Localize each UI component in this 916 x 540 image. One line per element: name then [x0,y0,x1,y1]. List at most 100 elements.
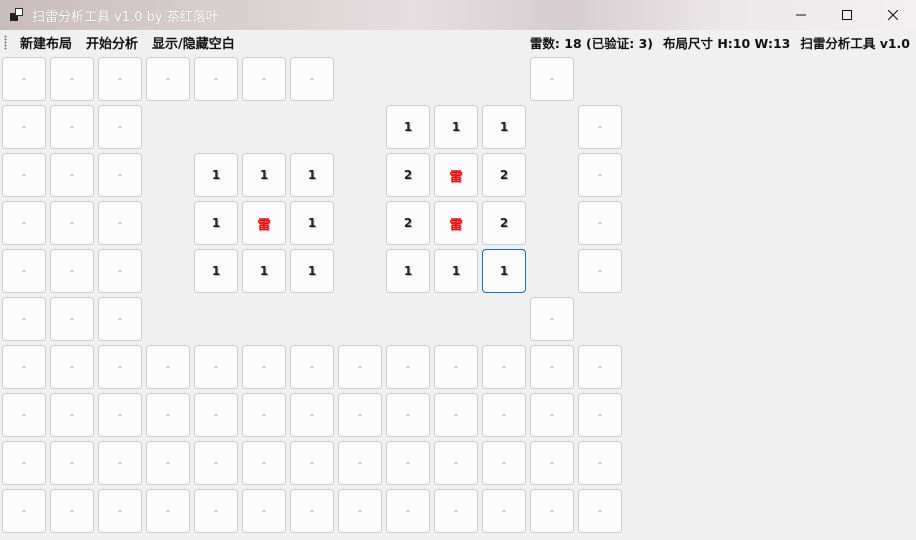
unknown-cell[interactable]: - [146,57,190,101]
unknown-cell[interactable]: - [578,393,622,437]
unknown-cell[interactable]: - [530,297,574,341]
unknown-cell[interactable]: - [50,153,94,197]
unknown-cell[interactable]: - [146,489,190,533]
number-cell[interactable]: 1 [290,153,334,197]
unknown-cell[interactable]: - [50,105,94,149]
unknown-cell[interactable]: - [530,345,574,389]
unknown-cell[interactable]: - [578,489,622,533]
number-cell[interactable]: 1 [386,105,430,149]
unknown-cell[interactable]: - [146,345,190,389]
number-cell[interactable]: 2 [482,201,526,245]
unknown-cell[interactable]: - [482,393,526,437]
unknown-cell[interactable]: - [578,201,622,245]
unknown-cell[interactable]: - [242,57,286,101]
number-cell[interactable]: 2 [386,201,430,245]
unknown-cell[interactable]: - [2,153,46,197]
unknown-cell[interactable]: - [194,57,238,101]
unknown-cell[interactable]: - [290,489,334,533]
unknown-cell[interactable]: - [386,489,430,533]
unknown-cell[interactable]: - [338,441,382,485]
unknown-cell[interactable]: - [98,393,142,437]
unknown-cell[interactable]: - [338,489,382,533]
unknown-cell[interactable]: - [98,249,142,293]
unknown-cell[interactable]: - [242,441,286,485]
unknown-cell[interactable]: - [290,441,334,485]
unknown-cell[interactable]: - [482,441,526,485]
unknown-cell[interactable]: - [242,489,286,533]
number-cell[interactable]: 1 [290,201,334,245]
number-cell[interactable]: 1 [434,105,478,149]
unknown-cell[interactable]: - [530,489,574,533]
unknown-cell[interactable]: - [434,441,478,485]
unknown-cell[interactable]: - [2,489,46,533]
unknown-cell[interactable]: - [290,345,334,389]
unknown-cell[interactable]: - [194,345,238,389]
unknown-cell[interactable]: - [50,201,94,245]
unknown-cell[interactable]: - [578,249,622,293]
number-cell[interactable]: 2 [482,153,526,197]
unknown-cell[interactable]: - [290,57,334,101]
unknown-cell[interactable]: - [50,441,94,485]
unknown-cell[interactable]: - [2,441,46,485]
toolbar-grip[interactable] [4,35,7,50]
unknown-cell[interactable]: - [146,441,190,485]
menu-toggle-blank[interactable]: 显示/隐藏空白 [145,33,242,52]
mine-cell[interactable]: 雷 [434,153,478,197]
unknown-cell[interactable]: - [386,393,430,437]
unknown-cell[interactable]: - [50,345,94,389]
unknown-cell[interactable]: - [50,297,94,341]
unknown-cell[interactable]: - [194,489,238,533]
unknown-cell[interactable]: - [98,297,142,341]
unknown-cell[interactable]: - [146,393,190,437]
number-cell[interactable]: 2 [386,153,430,197]
unknown-cell[interactable]: - [2,105,46,149]
unknown-cell[interactable]: - [578,153,622,197]
number-cell[interactable]: 1 [482,105,526,149]
unknown-cell[interactable]: - [50,393,94,437]
number-cell[interactable]: 1 [434,249,478,293]
unknown-cell[interactable]: - [338,393,382,437]
minimize-button[interactable] [778,0,824,30]
unknown-cell[interactable]: - [578,105,622,149]
unknown-cell[interactable]: - [98,105,142,149]
unknown-cell[interactable]: - [482,489,526,533]
unknown-cell[interactable]: - [98,345,142,389]
number-cell[interactable]: 1 [290,249,334,293]
number-cell[interactable]: 1 [482,249,526,293]
unknown-cell[interactable]: - [530,393,574,437]
unknown-cell[interactable]: - [2,345,46,389]
unknown-cell[interactable]: - [98,201,142,245]
unknown-cell[interactable]: - [290,393,334,437]
mine-cell[interactable]: 雷 [434,201,478,245]
unknown-cell[interactable]: - [98,153,142,197]
unknown-cell[interactable]: - [98,489,142,533]
number-cell[interactable]: 1 [194,249,238,293]
unknown-cell[interactable]: - [434,489,478,533]
menu-start-analysis[interactable]: 开始分析 [79,33,145,52]
unknown-cell[interactable]: - [2,57,46,101]
number-cell[interactable]: 1 [386,249,430,293]
number-cell[interactable]: 1 [242,249,286,293]
unknown-cell[interactable]: - [434,345,478,389]
unknown-cell[interactable]: - [386,441,430,485]
unknown-cell[interactable]: - [2,393,46,437]
unknown-cell[interactable]: - [386,345,430,389]
number-cell[interactable]: 1 [242,153,286,197]
unknown-cell[interactable]: - [194,441,238,485]
unknown-cell[interactable]: - [2,249,46,293]
unknown-cell[interactable]: - [338,345,382,389]
unknown-cell[interactable]: - [482,345,526,389]
unknown-cell[interactable]: - [98,441,142,485]
unknown-cell[interactable]: - [194,393,238,437]
unknown-cell[interactable]: - [530,441,574,485]
number-cell[interactable]: 1 [194,153,238,197]
unknown-cell[interactable]: - [50,57,94,101]
unknown-cell[interactable]: - [530,57,574,101]
unknown-cell[interactable]: - [50,249,94,293]
unknown-cell[interactable]: - [434,393,478,437]
unknown-cell[interactable]: - [242,345,286,389]
unknown-cell[interactable]: - [2,201,46,245]
menu-new-layout[interactable]: 新建布局 [13,33,79,52]
unknown-cell[interactable]: - [578,441,622,485]
number-cell[interactable]: 1 [194,201,238,245]
